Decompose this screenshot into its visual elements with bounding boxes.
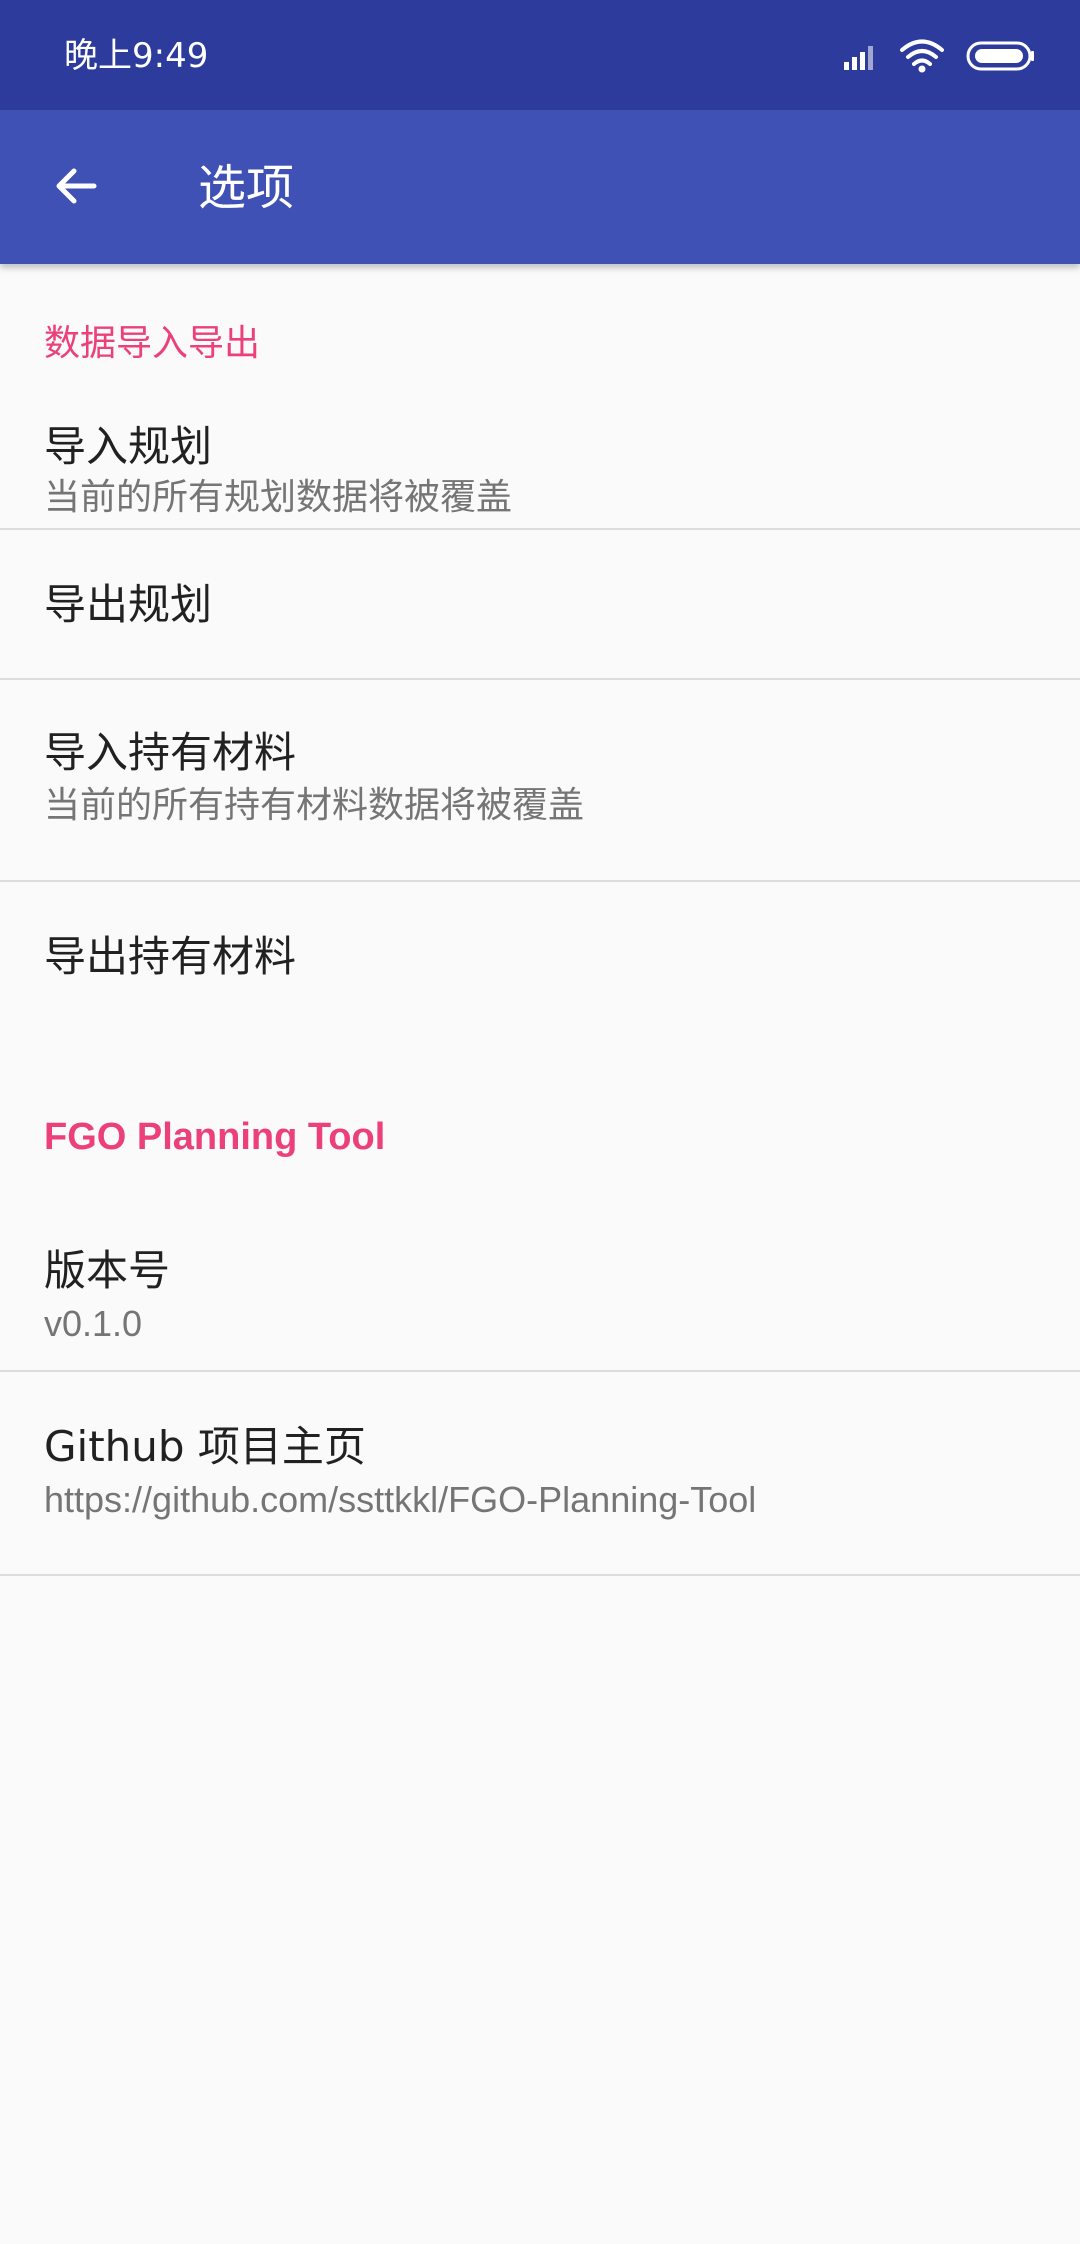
status-bar: 晚上9:49 bbox=[0, 0, 1080, 110]
pref-summary: https://github.com/ssttkkl/FGO-Planning-… bbox=[44, 1479, 757, 1520]
pref-summary: 当前的所有持有材料数据将被覆盖 bbox=[44, 785, 585, 826]
pref-summary: v0.1.0 bbox=[44, 1303, 143, 1344]
pref-export-materials[interactable]: 导出持有材料 bbox=[0, 882, 1080, 1032]
pref-title: 导入持有材料 bbox=[44, 728, 297, 777]
pref-title: 版本号 bbox=[44, 1246, 171, 1295]
pref-import-plan[interactable]: 导入规划 当前的所有规划数据将被覆盖 bbox=[0, 392, 1080, 530]
signal-icon bbox=[842, 42, 878, 74]
category-header-data-import-export: 数据导入导出 bbox=[44, 323, 261, 364]
status-time: 晚上9:49 bbox=[64, 36, 209, 76]
pref-import-materials[interactable]: 导入持有材料 当前的所有持有材料数据将被覆盖 bbox=[0, 680, 1080, 882]
category-header-app: FGO Planning Tool bbox=[44, 1116, 386, 1158]
pref-title: 导入规划 bbox=[44, 422, 213, 471]
pref-export-plan[interactable]: 导出规划 bbox=[0, 530, 1080, 680]
back-button[interactable] bbox=[40, 152, 112, 224]
pref-summary: 当前的所有规划数据将被覆盖 bbox=[44, 477, 513, 518]
arrow-back-icon bbox=[52, 162, 100, 214]
pref-title: 导出规划 bbox=[44, 580, 213, 629]
wifi-icon bbox=[900, 39, 944, 77]
pref-github-homepage[interactable]: Github 项目主页 https://github.com/ssttkkl/F… bbox=[0, 1372, 1080, 1576]
app-bar: 选项 bbox=[0, 110, 1080, 264]
page-title: 选项 bbox=[198, 160, 295, 216]
status-icons bbox=[842, 38, 1036, 78]
battery-icon bbox=[966, 40, 1036, 76]
pref-title: 导出持有材料 bbox=[44, 932, 297, 981]
pref-version[interactable]: 版本号 v0.1.0 bbox=[0, 1194, 1080, 1372]
pref-title: Github 项目主页 bbox=[44, 1422, 366, 1471]
